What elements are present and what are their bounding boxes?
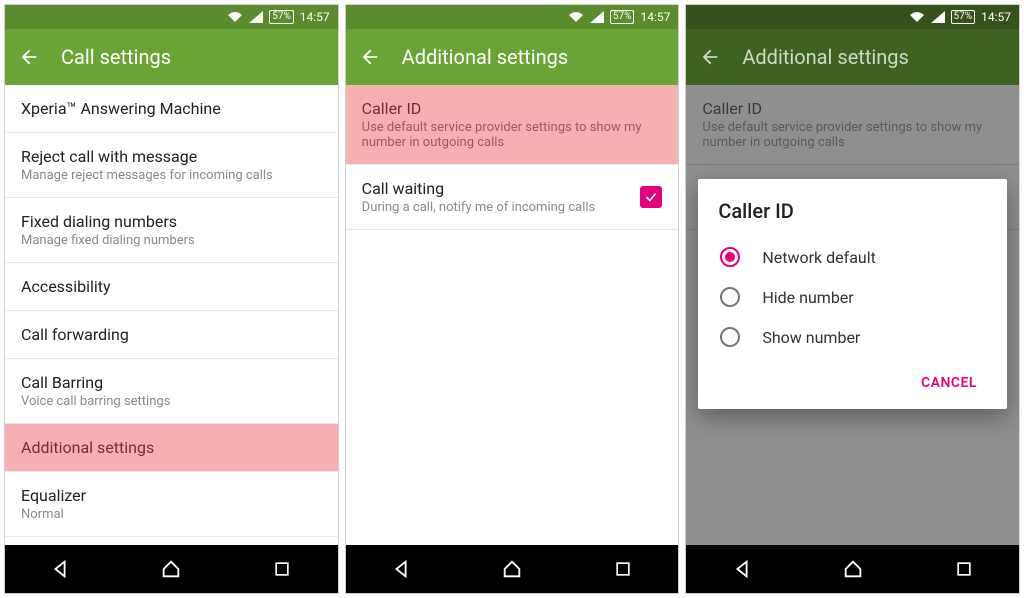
back-button[interactable] [358,45,382,69]
status-bar: 57% 14:57 [686,5,1019,29]
option-label: Show number [762,328,860,347]
list-item-subtitle: Use default service provider settings to… [362,120,663,150]
list-item-answering-machine[interactable]: Xperia™ Answering Machine [5,85,338,133]
list-item-title: Call Barring [21,373,322,392]
list-item-title: Additional settings [21,438,322,457]
option-network-default[interactable]: Network default [718,237,987,277]
back-button[interactable] [698,45,722,69]
signal-icon [590,11,604,23]
nav-recent-icon[interactable] [268,555,296,583]
call-waiting-checkbox[interactable] [640,186,662,208]
app-bar: Additional settings [346,29,679,85]
list-item-subtitle: Manage fixed dialing numbers [21,233,322,248]
list-item-additional-settings[interactable]: Additional settings [5,424,338,472]
screen-caller-id-dialog: 57% 14:57 Additional settings Caller ID … [685,4,1020,594]
settings-list: Caller ID Use default service provider s… [346,85,679,545]
list-item-title: Accessibility [21,277,322,296]
cancel-button[interactable]: CANCEL [911,367,987,399]
list-item-equalizer[interactable]: Equalizer Normal [5,472,338,537]
clock: 14:57 [640,10,670,24]
battery-level: 57% [610,10,635,24]
battery-level: 57% [951,10,976,24]
option-hide-number[interactable]: Hide number [718,277,987,317]
nav-bar [686,545,1019,593]
battery-level: 57% [269,10,294,24]
back-button[interactable] [17,45,41,69]
nav-home-icon[interactable] [498,555,526,583]
list-item-subtitle: Voice call barring settings [21,394,322,409]
list-item-fixed-dialing[interactable]: Fixed dialing numbers Manage fixed dialin… [5,198,338,263]
list-item-title: Reject call with message [21,147,322,166]
nav-back-icon[interactable] [387,555,415,583]
status-bar: 57% 14:57 [5,5,338,29]
list-item-title: Xperia™ Answering Machine [21,99,322,118]
list-item-title: Equalizer [21,486,322,505]
nav-recent-icon[interactable] [950,555,978,583]
nav-recent-icon[interactable] [609,555,637,583]
list-item-subtitle: Use default service provider settings to… [702,120,1003,150]
wifi-icon [568,11,584,23]
clock: 14:57 [981,10,1011,24]
signal-icon [249,11,263,23]
list-item-caller-id: Caller ID Use default service provider s… [686,85,1019,165]
page-title: Call settings [61,45,171,69]
list-item-call-forwarding[interactable]: Call forwarding [5,311,338,359]
wifi-icon [227,11,243,23]
option-show-number[interactable]: Show number [718,317,987,357]
list-item-reject-message[interactable]: Reject call with message Manage reject me… [5,133,338,198]
nav-home-icon[interactable] [157,555,185,583]
signal-icon [931,11,945,23]
list-item-subtitle: During a call, notify me of incoming cal… [362,200,596,215]
dialog-title: Caller ID [718,199,987,223]
list-item-caller-id[interactable]: Caller ID Use default service provider s… [346,85,679,165]
app-bar: Call settings [5,29,338,85]
radio-icon [720,287,740,307]
list-item-call-barring[interactable]: Call Barring Voice call barring settings [5,359,338,424]
list-item-title: Caller ID [702,99,1003,118]
page-title: Additional settings [402,45,569,69]
option-label: Hide number [762,288,853,307]
list-item-call-waiting[interactable]: Call waiting During a call, notify me of… [346,165,679,230]
option-label: Network default [762,248,876,267]
nav-back-icon[interactable] [728,555,756,583]
settings-list: Xperia™ Answering Machine Reject call wi… [5,85,338,545]
app-bar: Additional settings [686,29,1019,85]
status-bar: 57% 14:57 [346,5,679,29]
list-item-title: Call forwarding [21,325,322,344]
caller-id-dialog: Caller ID Network default Hide number Sh… [698,179,1007,409]
list-item-title: Call waiting [362,179,596,198]
list-item-title: Caller ID [362,99,663,118]
list-item-subtitle: Manage reject messages for incoming call… [21,168,322,183]
nav-bar [346,545,679,593]
list-item-subtitle: Normal [21,507,322,522]
nav-bar [5,545,338,593]
radio-icon [720,247,740,267]
screen-call-settings: 57% 14:57 Call settings Xperia™ Answerin… [4,4,339,594]
page-title: Additional settings [742,45,909,69]
list-item-title: Fixed dialing numbers [21,212,322,231]
screen-additional-settings: 57% 14:57 Additional settings Caller ID … [345,4,680,594]
radio-icon [720,327,740,347]
list-item-accessibility[interactable]: Accessibility [5,263,338,311]
nav-back-icon[interactable] [46,555,74,583]
nav-home-icon[interactable] [839,555,867,583]
clock: 14:57 [300,10,330,24]
wifi-icon [909,11,925,23]
